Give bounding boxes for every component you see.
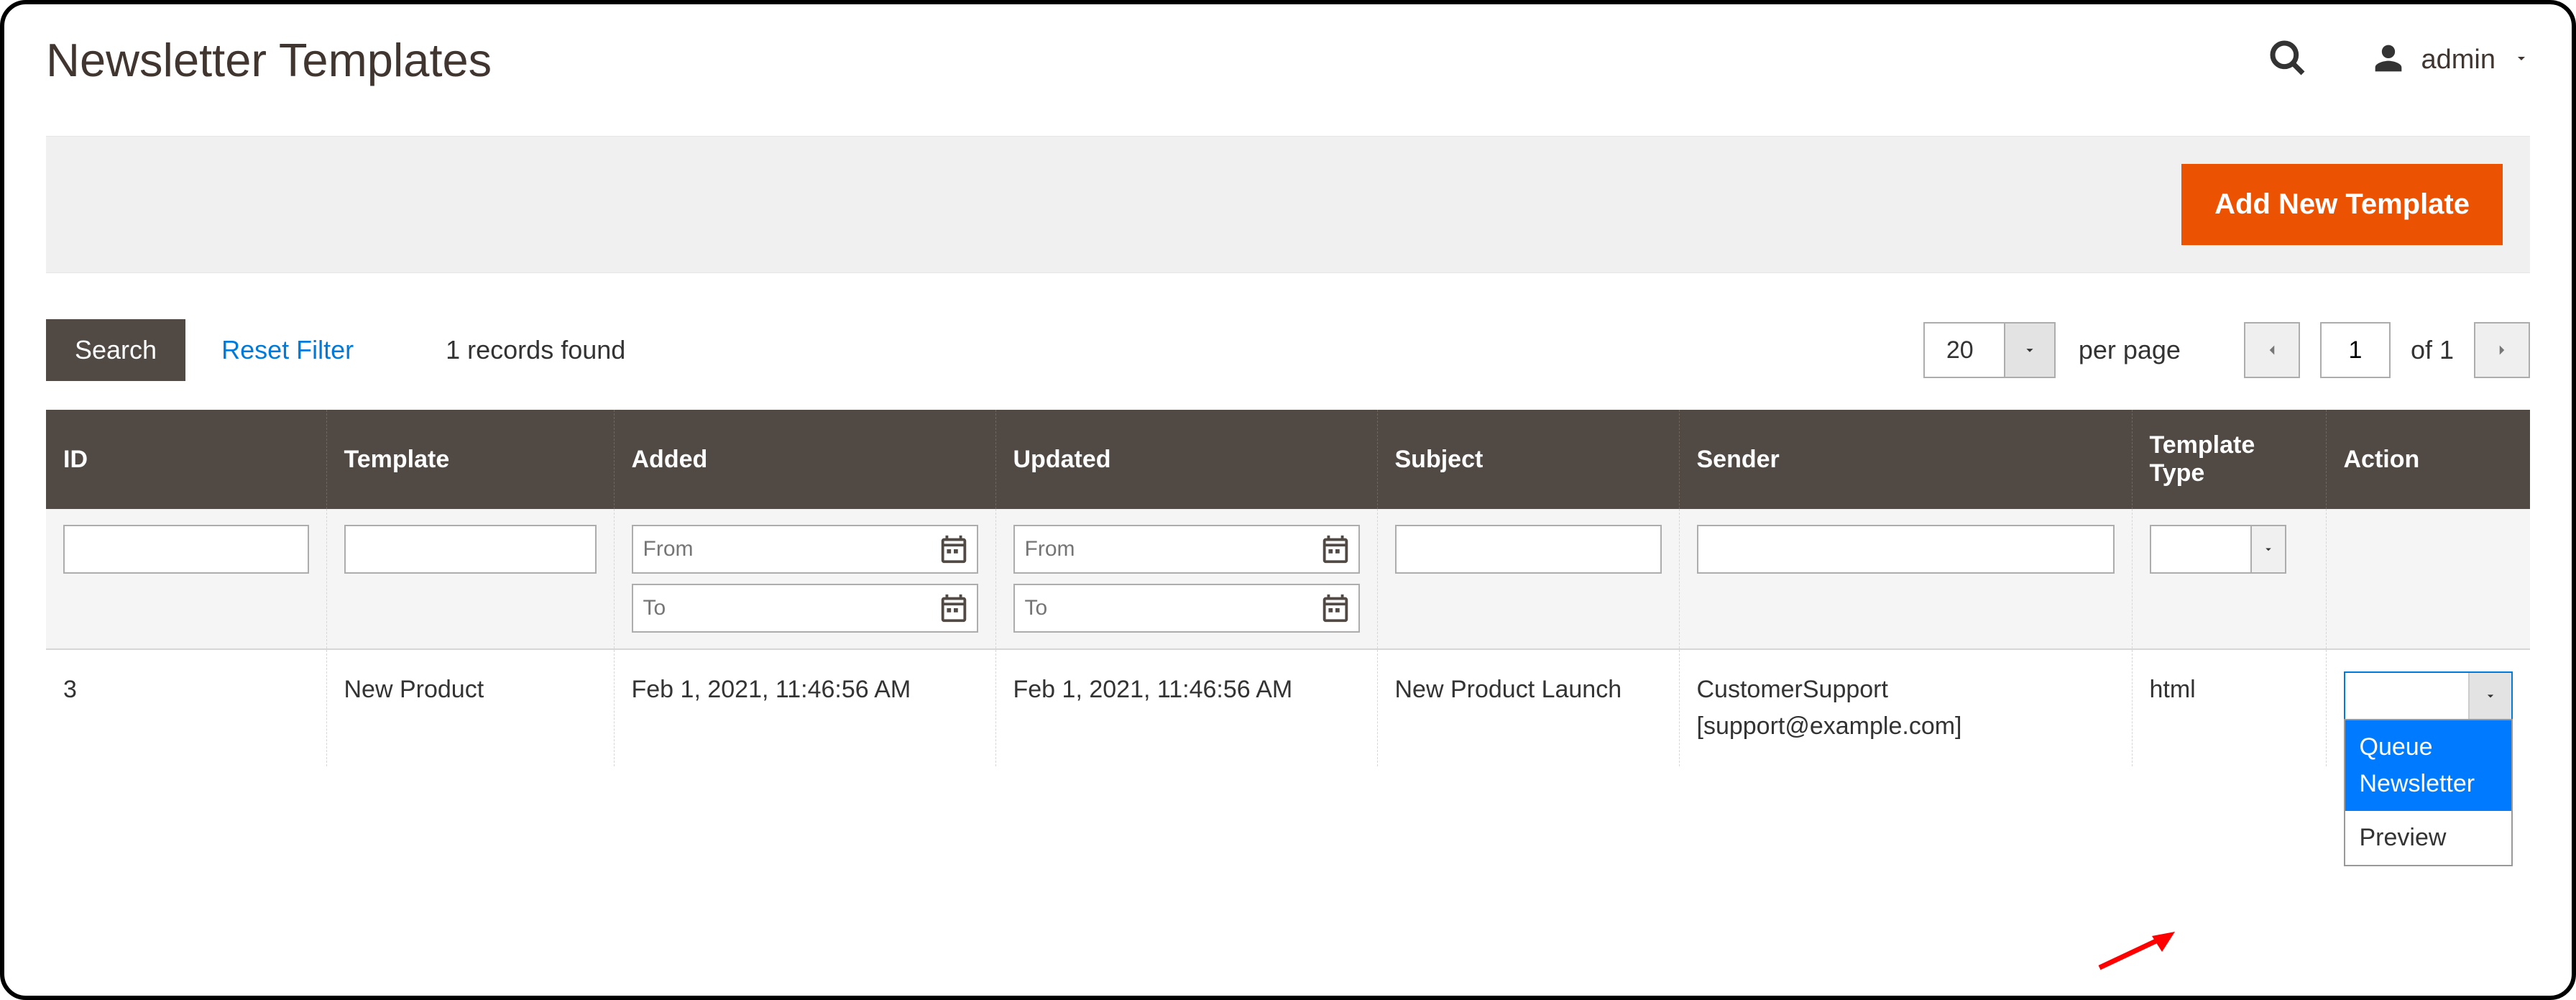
prev-page-button[interactable] — [2244, 322, 2300, 378]
col-updated[interactable]: Updated — [995, 410, 1377, 509]
row-action-dropdown: Queue Newsletter Preview — [2344, 719, 2513, 866]
filter-updated-to[interactable] — [1013, 584, 1360, 633]
user-icon — [2373, 42, 2404, 78]
filter-type-select[interactable] — [2150, 525, 2286, 574]
filter-template-input[interactable] — [344, 525, 597, 574]
action-queue-newsletter[interactable]: Queue Newsletter — [2345, 720, 2512, 811]
filter-subject-input[interactable] — [1395, 525, 1662, 574]
next-page-button[interactable] — [2474, 322, 2530, 378]
col-template-type[interactable]: Template Type — [2132, 410, 2326, 509]
user-menu[interactable]: admin — [2373, 42, 2531, 78]
col-action[interactable]: Action — [2326, 410, 2530, 509]
filter-added-from-input[interactable] — [633, 526, 931, 572]
calendar-icon[interactable] — [1312, 585, 1358, 631]
annotation-arrow-icon — [2096, 932, 2175, 975]
cell-template: New Product — [326, 649, 614, 766]
col-added[interactable]: Added — [614, 410, 995, 509]
calendar-icon[interactable] — [931, 526, 977, 572]
cell-id: 3 — [46, 649, 326, 766]
page-size-value: 20 — [1925, 324, 2004, 377]
row-action-select[interactable]: Queue Newsletter Preview — [2344, 671, 2513, 720]
filter-added-to-input[interactable] — [633, 585, 931, 631]
filter-added-to[interactable] — [632, 584, 978, 633]
calendar-icon[interactable] — [1312, 526, 1358, 572]
reset-filter-link[interactable]: Reset Filter — [221, 335, 354, 365]
cell-type: html — [2132, 649, 2326, 766]
cell-sender: CustomerSupport [support@example.com] — [1679, 649, 2132, 766]
action-preview[interactable]: Preview — [2345, 811, 2512, 865]
cell-updated: Feb 1, 2021, 11:46:56 AM — [995, 649, 1377, 766]
filter-sender-input[interactable] — [1697, 525, 2115, 574]
table-row[interactable]: 3 New Product Feb 1, 2021, 11:46:56 AM F… — [46, 649, 2530, 766]
templates-grid: ID Template Added Updated Subject Sender… — [46, 410, 2530, 766]
chevron-down-icon[interactable] — [2004, 324, 2054, 377]
action-bar: Add New Template — [46, 136, 2530, 273]
chevron-down-icon[interactable] — [2250, 526, 2285, 572]
col-id[interactable]: ID — [46, 410, 326, 509]
filter-row — [46, 509, 2530, 649]
filter-updated-from[interactable] — [1013, 525, 1360, 574]
page-size-select[interactable]: 20 — [1923, 322, 2056, 378]
page-header: Newsletter Templates admin — [46, 4, 2530, 136]
cell-subject: New Product Launch — [1377, 649, 1679, 766]
add-template-button[interactable]: Add New Template — [2181, 164, 2503, 245]
page-title: Newsletter Templates — [46, 33, 492, 87]
chevron-down-icon[interactable] — [2468, 673, 2511, 719]
col-template[interactable]: Template — [326, 410, 614, 509]
filter-updated-to-input[interactable] — [1015, 585, 1312, 631]
search-icon[interactable] — [2268, 38, 2308, 82]
col-subject[interactable]: Subject — [1377, 410, 1679, 509]
filter-id-input[interactable] — [63, 525, 309, 574]
per-page-label: per page — [2079, 335, 2181, 365]
calendar-icon[interactable] — [931, 585, 977, 631]
records-found-label: 1 records found — [446, 335, 625, 365]
user-name: admin — [2421, 45, 2496, 75]
chevron-down-icon — [2513, 50, 2530, 70]
page-number-input[interactable] — [2320, 322, 2391, 378]
col-sender[interactable]: Sender — [1679, 410, 2132, 509]
grid-toolbar: Search Reset Filter 1 records found 20 p… — [46, 273, 2530, 410]
filter-updated-from-input[interactable] — [1015, 526, 1312, 572]
page-total-label: of 1 — [2411, 335, 2454, 365]
cell-added: Feb 1, 2021, 11:46:56 AM — [614, 649, 995, 766]
search-button[interactable]: Search — [46, 319, 185, 381]
filter-added-from[interactable] — [632, 525, 978, 574]
